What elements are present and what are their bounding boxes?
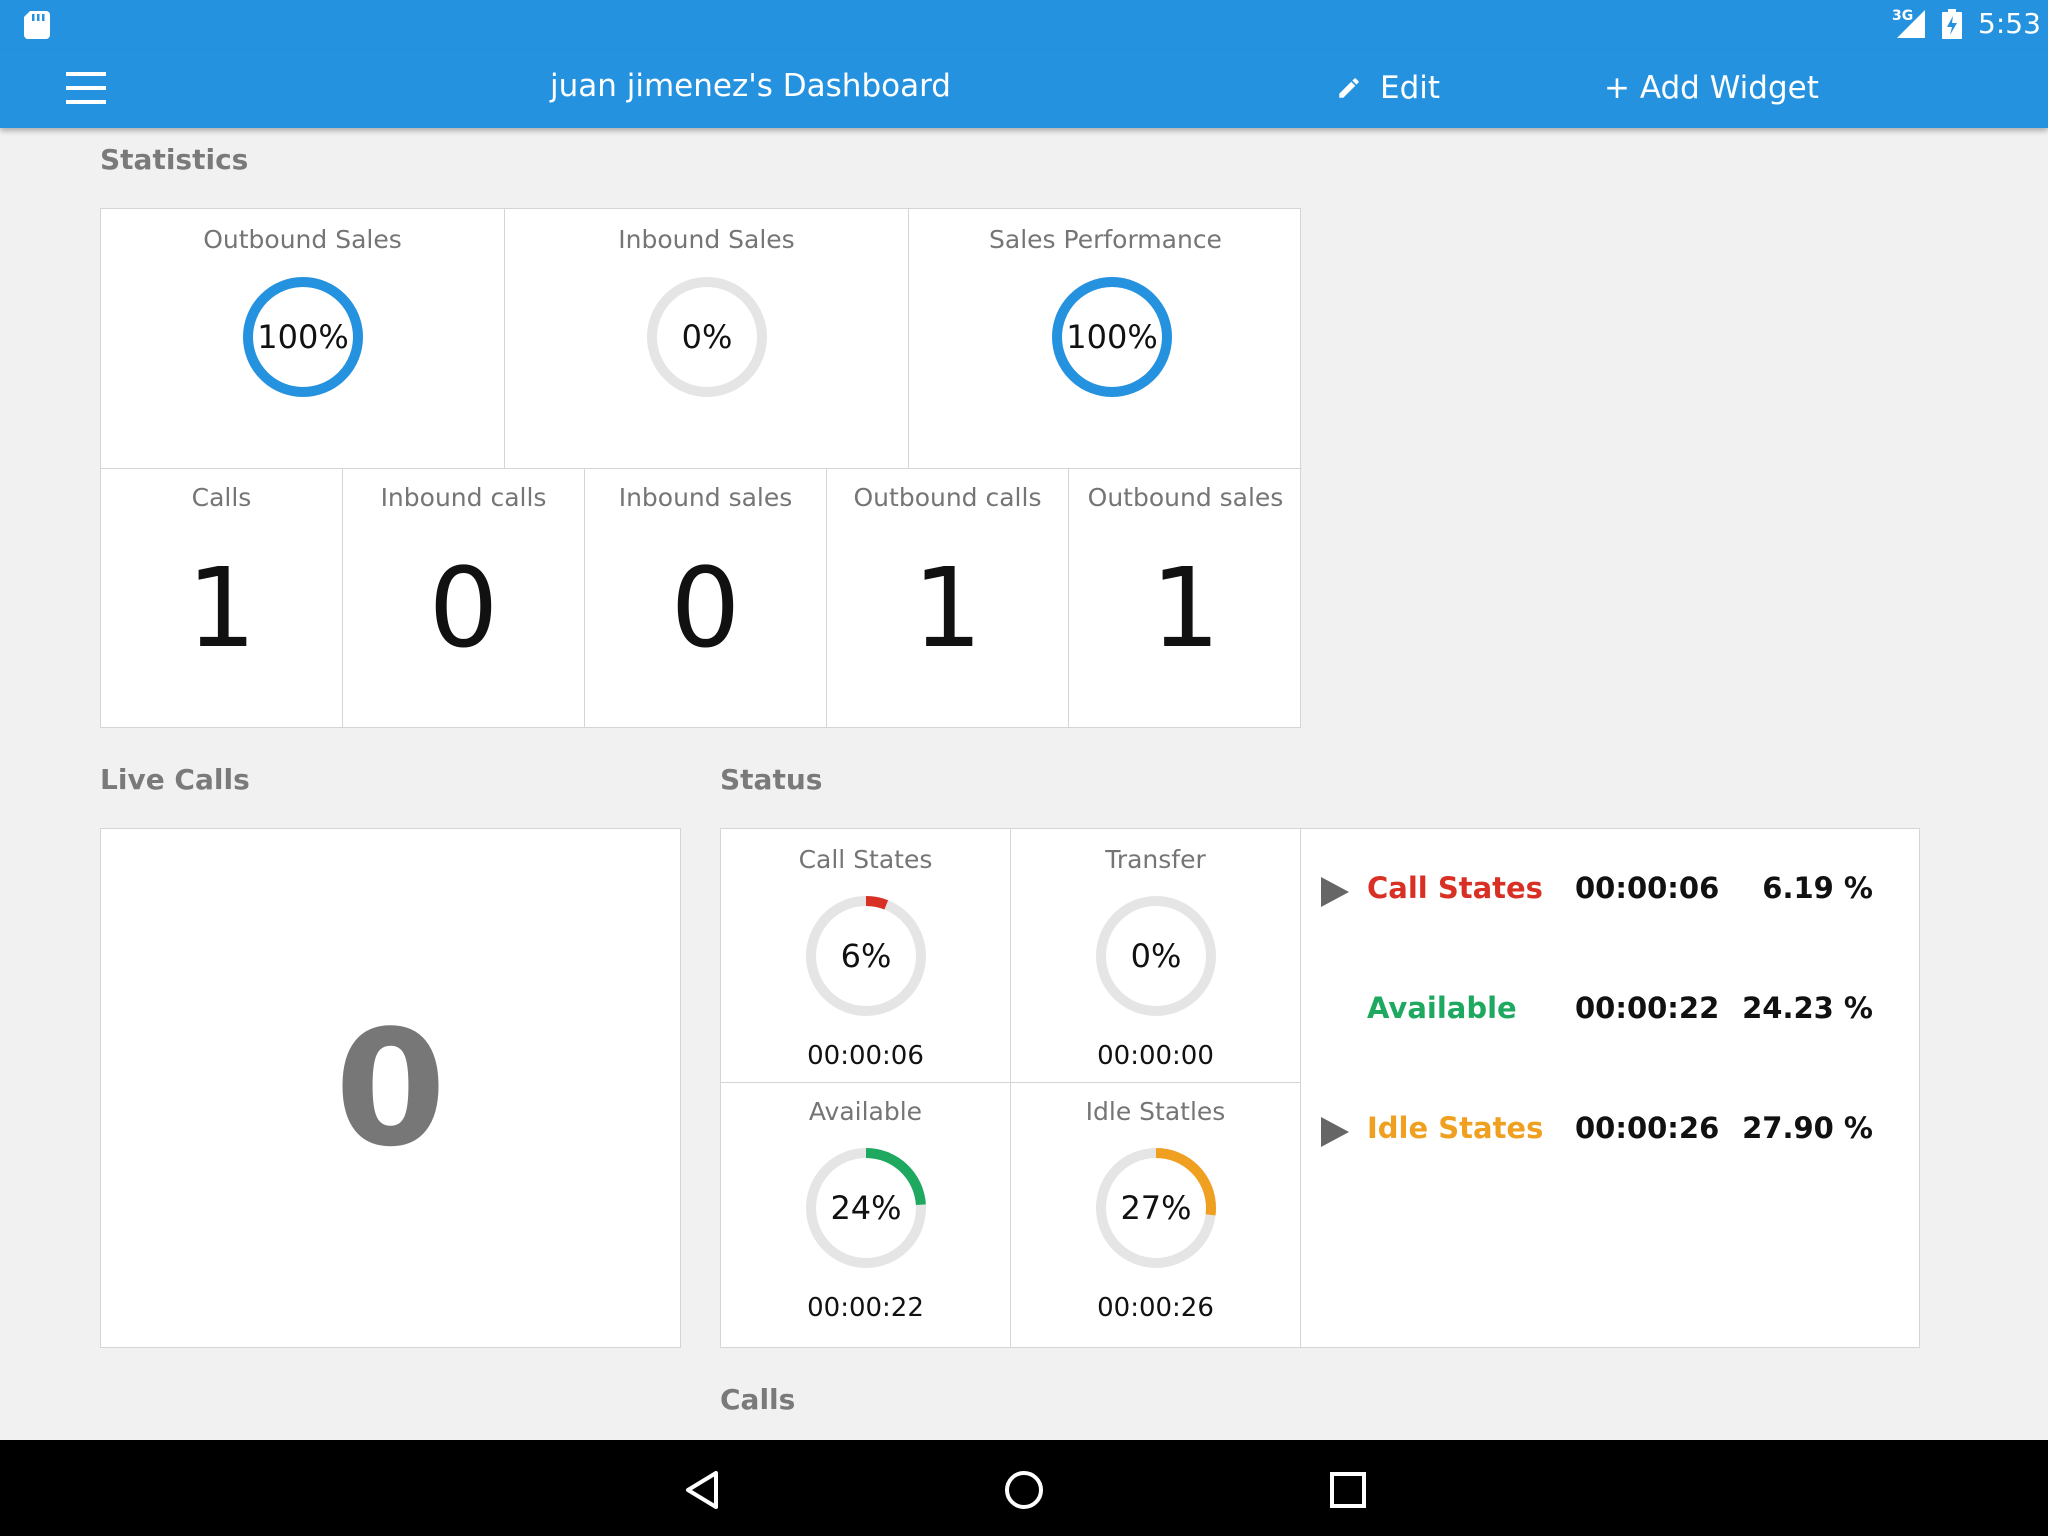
status-card: Call States 6% 00:00:06 Transfer 0% 00:0… bbox=[720, 828, 1920, 1348]
gauge-label: Inbound Sales bbox=[618, 225, 795, 254]
expand-arrow-icon[interactable] bbox=[1321, 877, 1349, 907]
expand-arrow-icon[interactable] bbox=[1321, 1117, 1349, 1147]
live-calls-section-title: Live Calls bbox=[100, 763, 250, 796]
inbound-sales-counter[interactable]: Inbound sales 0 bbox=[585, 469, 827, 728]
statistics-card: Outbound Sales 100% Inbound Sales 0% Sal… bbox=[100, 208, 1302, 728]
gauge-label: Outbound Sales bbox=[203, 225, 402, 254]
inbound-calls-counter[interactable]: Inbound calls 0 bbox=[343, 469, 585, 728]
add-widget-label: + Add Widget bbox=[1604, 70, 1819, 106]
legend-row-idle-states[interactable]: Idle States 00:00:26 27.90 % bbox=[1301, 1111, 1921, 1151]
legend-row-call-states[interactable]: Call States 00:00:06 6.19 % bbox=[1301, 871, 1921, 911]
counter-label: Outbound sales bbox=[1087, 483, 1284, 512]
live-calls-count: 0 bbox=[334, 995, 447, 1182]
add-widget-button[interactable]: + Add Widget bbox=[1604, 66, 1819, 110]
legend-percent: 24.23 % bbox=[1742, 991, 1873, 1025]
call-states-donut: 6% bbox=[805, 895, 927, 1017]
edit-label: Edit bbox=[1380, 70, 1441, 106]
gauge-label: Call States bbox=[798, 845, 933, 874]
edit-button[interactable]: Edit bbox=[1336, 66, 1440, 110]
legend-name: Available bbox=[1367, 991, 1517, 1025]
gauge-label: Available bbox=[808, 1097, 923, 1126]
status-bar: 3G 5:53 bbox=[0, 0, 2048, 50]
legend-row-available[interactable]: Available 00:00:22 24.23 % bbox=[1301, 991, 1921, 1031]
outbound-sales-counter[interactable]: Outbound sales 1 bbox=[1069, 469, 1302, 728]
statistics-section-title: Statistics bbox=[100, 143, 249, 176]
gauge-time: 00:00:26 bbox=[1097, 1293, 1214, 1323]
gauge-label: Transfer bbox=[1105, 845, 1206, 874]
gauge-percent: 100% bbox=[1066, 318, 1158, 356]
pencil-icon bbox=[1339, 78, 1359, 98]
counter-label: Inbound calls bbox=[380, 483, 547, 512]
sales-performance-gauge[interactable]: Sales Performance 100% bbox=[909, 209, 1302, 469]
idle-states-donut: 27% bbox=[1095, 1147, 1217, 1269]
gauge-time: 00:00:00 bbox=[1097, 1041, 1214, 1071]
outbound-sales-donut: 100% bbox=[242, 276, 364, 398]
menu-button[interactable] bbox=[66, 72, 110, 106]
battery-charging-icon bbox=[1942, 9, 1962, 39]
recent-apps-icon[interactable] bbox=[1326, 1468, 1370, 1512]
counter-value: 1 bbox=[912, 544, 983, 672]
app-bar: juan jimenez's Dashboard Edit + Add Widg… bbox=[0, 50, 2048, 128]
back-icon[interactable] bbox=[680, 1468, 724, 1512]
counter-label: Inbound sales bbox=[618, 483, 793, 512]
idle-states-gauge[interactable]: Idle Statles 27% 00:00:26 bbox=[1011, 1083, 1301, 1348]
gauge-percent: 0% bbox=[1130, 937, 1182, 975]
status-time: 5:53 bbox=[1978, 7, 2041, 40]
sales-performance-donut: 100% bbox=[1051, 276, 1173, 398]
available-gauge[interactable]: Available 24% 00:00:22 bbox=[721, 1083, 1011, 1348]
counter-value: 0 bbox=[428, 544, 499, 672]
dashboard-title: juan jimenez's Dashboard bbox=[550, 68, 951, 104]
gauge-time: 00:00:06 bbox=[807, 1041, 924, 1071]
counter-value: 1 bbox=[186, 544, 257, 672]
gauge-percent: 100% bbox=[257, 318, 349, 356]
legend-time: 00:00:06 bbox=[1575, 871, 1720, 905]
legend-percent: 6.19 % bbox=[1762, 871, 1873, 905]
gauge-percent: 27% bbox=[1120, 1189, 1192, 1227]
gauge-label: Idle Statles bbox=[1085, 1097, 1226, 1126]
live-calls-card[interactable]: 0 bbox=[100, 828, 681, 1348]
gauge-label: Sales Performance bbox=[989, 225, 1222, 254]
navigation-bar bbox=[0, 1440, 2048, 1536]
counter-label: Calls bbox=[191, 483, 252, 512]
legend-name: Call States bbox=[1367, 871, 1543, 905]
sd-card-icon bbox=[24, 11, 50, 39]
counter-label: Outbound calls bbox=[853, 483, 1042, 512]
legend-percent: 27.90 % bbox=[1742, 1111, 1873, 1145]
legend-time: 00:00:26 bbox=[1575, 1111, 1720, 1145]
gauge-percent: 24% bbox=[830, 1189, 902, 1227]
call-states-gauge[interactable]: Call States 6% 00:00:06 bbox=[721, 829, 1011, 1083]
hamburger-icon bbox=[66, 72, 106, 76]
gauge-time: 00:00:22 bbox=[807, 1293, 924, 1323]
available-donut: 24% bbox=[805, 1147, 927, 1269]
legend-name: Idle States bbox=[1367, 1111, 1544, 1145]
gauge-percent: 6% bbox=[840, 937, 892, 975]
signal-icon bbox=[1897, 10, 1925, 38]
transfer-donut: 0% bbox=[1095, 895, 1217, 1017]
transfer-gauge[interactable]: Transfer 0% 00:00:00 bbox=[1011, 829, 1301, 1083]
counter-value: 1 bbox=[1150, 544, 1221, 672]
calls-section-title: Calls bbox=[720, 1383, 796, 1416]
inbound-sales-gauge[interactable]: Inbound Sales 0% bbox=[505, 209, 909, 469]
outbound-sales-gauge[interactable]: Outbound Sales 100% bbox=[101, 209, 505, 469]
status-section-title: Status bbox=[720, 763, 823, 796]
status-legend: Call States 00:00:06 6.19 % Available 00… bbox=[1301, 829, 1921, 1348]
outbound-calls-counter[interactable]: Outbound calls 1 bbox=[827, 469, 1069, 728]
counter-value: 0 bbox=[670, 544, 741, 672]
inbound-sales-donut: 0% bbox=[646, 276, 768, 398]
calls-counter[interactable]: Calls 1 bbox=[101, 469, 343, 728]
gauge-percent: 0% bbox=[681, 318, 733, 356]
legend-time: 00:00:22 bbox=[1575, 991, 1720, 1025]
home-icon[interactable] bbox=[1002, 1468, 1046, 1512]
